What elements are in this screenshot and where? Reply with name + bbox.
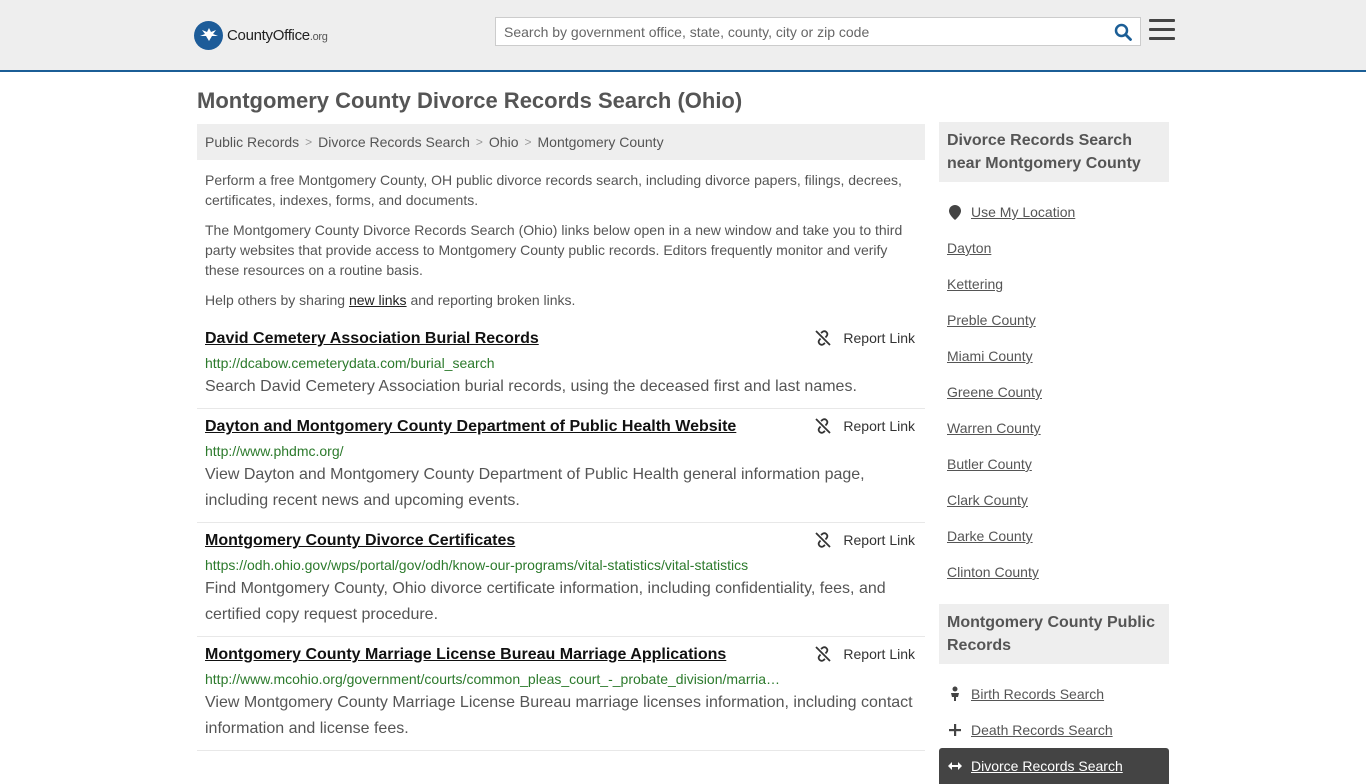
intro-paragraph-3: Help others by sharing new links and rep… [205, 290, 917, 310]
breadcrumb-divorce-records[interactable]: Divorce Records Search [318, 134, 470, 150]
nearby-link-kettering[interactable]: Kettering [947, 276, 1003, 292]
intro-paragraph-1: Perform a free Montgomery County, OH pub… [205, 172, 902, 208]
public-records-section: Montgomery County Public Records Birth R… [939, 604, 1169, 784]
report-link-button[interactable]: Report Link [815, 418, 915, 434]
list-item: Dayton and Montgomery County Department … [197, 409, 925, 523]
logo-text: CountyOffice.org [227, 27, 328, 44]
breadcrumb: Public Records > Divorce Records Search … [197, 124, 925, 160]
report-link-label: Report Link [843, 646, 915, 662]
breadcrumb-ohio[interactable]: Ohio [489, 134, 519, 150]
result-title-link[interactable]: Montgomery County Divorce Certificates [205, 531, 515, 551]
result-url: http://www.phdmc.org/ [205, 443, 344, 459]
nearby-link-miami[interactable]: Miami County [947, 348, 1033, 364]
main-content: Public Records > Divorce Records Search … [197, 124, 925, 751]
list-item: Kettering [947, 266, 1169, 302]
search-icon [1114, 23, 1132, 41]
result-description: Find Montgomery County, Ohio divorce cer… [205, 580, 886, 623]
list-item: Montgomery County Divorce Certificates R… [197, 523, 925, 637]
broken-link-icon [815, 418, 832, 434]
result-description: View Dayton and Montgomery County Depart… [205, 466, 865, 509]
result-url: https://odh.ohio.gov/wps/portal/gov/odh/… [205, 557, 749, 573]
search-button[interactable] [1106, 18, 1140, 45]
birth-records-link[interactable]: Birth Records Search [971, 686, 1104, 702]
report-link-button[interactable]: Report Link [815, 532, 915, 548]
list-item: Darke County [947, 518, 1169, 554]
logo-tld: .org [309, 30, 328, 43]
logo-name: CountyOffice [227, 26, 310, 44]
result-title-link[interactable]: David Cemetery Association Burial Record… [205, 329, 539, 349]
death-records-link[interactable]: Death Records Search [971, 722, 1113, 738]
list-item: Death Records Search [947, 712, 1169, 748]
site-logo[interactable]: CountyOffice.org [194, 20, 328, 50]
sidebar: Divorce Records Search near Montgomery C… [939, 122, 1169, 784]
result-title-link[interactable]: Dayton and Montgomery County Department … [205, 417, 736, 437]
breadcrumb-separator-icon: > [475, 135, 483, 149]
list-item: Montgomery County Marriage License Burea… [197, 637, 925, 751]
cross-icon [947, 724, 963, 736]
intro-paragraph-2: The Montgomery County Divorce Records Se… [205, 222, 903, 278]
report-link-label: Report Link [843, 330, 915, 346]
intro-text-part: Help others by sharing [205, 292, 349, 308]
list-item: Dayton [947, 230, 1169, 266]
public-records-list: Birth Records Search Death Records Searc… [939, 664, 1169, 784]
baby-icon [947, 686, 963, 702]
list-item: Preble County [947, 302, 1169, 338]
list-item: Clark County [947, 482, 1169, 518]
nearby-link-clark[interactable]: Clark County [947, 492, 1028, 508]
search-bar [495, 17, 1141, 46]
list-item: Clinton County [947, 554, 1169, 590]
nearby-link-butler[interactable]: Butler County [947, 456, 1032, 472]
breadcrumb-montgomery-county[interactable]: Montgomery County [538, 134, 664, 150]
result-url: http://dcabow.cemeterydata.com/burial_se… [205, 355, 495, 371]
list-item: David Cemetery Association Burial Record… [197, 321, 925, 409]
breadcrumb-separator-icon: > [305, 135, 313, 149]
list-item: Birth Records Search [947, 676, 1169, 712]
report-link-button[interactable]: Report Link [815, 330, 915, 346]
nearby-list: Use My Location Dayton Kettering Preble … [939, 182, 1169, 590]
search-input[interactable] [496, 18, 1106, 45]
page-title: Montgomery County Divorce Records Search… [197, 88, 743, 113]
breadcrumb-separator-icon: > [524, 135, 532, 149]
result-title-link[interactable]: Montgomery County Marriage License Burea… [205, 645, 726, 665]
nearby-link-darke[interactable]: Darke County [947, 528, 1033, 544]
result-url: http://www.mcohio.org/government/courts/… [205, 671, 781, 687]
map-marker-icon [947, 204, 963, 220]
arrows-icon [947, 761, 963, 771]
result-description: View Montgomery County Marriage License … [205, 694, 913, 737]
public-records-heading: Montgomery County Public Records [939, 604, 1169, 664]
broken-link-icon [815, 646, 832, 662]
intro-text: Perform a free Montgomery County, OH pub… [197, 170, 925, 310]
new-links-link[interactable]: new links [349, 292, 407, 308]
use-location-item: Use My Location [947, 194, 1169, 230]
broken-link-icon [815, 330, 832, 346]
report-link-label: Report Link [843, 418, 915, 434]
list-item: Divorce Records Search [939, 748, 1169, 784]
list-item: Miami County [947, 338, 1169, 374]
divorce-records-link[interactable]: Divorce Records Search [971, 758, 1123, 774]
nearby-link-preble[interactable]: Preble County [947, 312, 1036, 328]
nearby-heading: Divorce Records Search near Montgomery C… [939, 122, 1169, 182]
result-description: Search David Cemetery Association burial… [205, 378, 857, 395]
intro-text-part: and reporting broken links. [406, 292, 576, 308]
list-item: Greene County [947, 374, 1169, 410]
nearby-link-dayton[interactable]: Dayton [947, 240, 991, 256]
report-link-button[interactable]: Report Link [815, 646, 915, 662]
hamburger-menu-button[interactable] [1149, 19, 1175, 43]
results-list: David Cemetery Association Burial Record… [197, 321, 925, 751]
nearby-link-clinton[interactable]: Clinton County [947, 564, 1039, 580]
list-item: Warren County [947, 410, 1169, 446]
breadcrumb-public-records[interactable]: Public Records [205, 134, 299, 150]
nearby-link-greene[interactable]: Greene County [947, 384, 1042, 400]
report-link-label: Report Link [843, 532, 915, 548]
nearby-link-warren[interactable]: Warren County [947, 420, 1041, 436]
broken-link-icon [815, 532, 832, 548]
seal-icon [194, 20, 223, 50]
list-item: Butler County [947, 446, 1169, 482]
site-header: CountyOffice.org [0, 0, 1366, 72]
use-my-location-link[interactable]: Use My Location [971, 204, 1075, 220]
